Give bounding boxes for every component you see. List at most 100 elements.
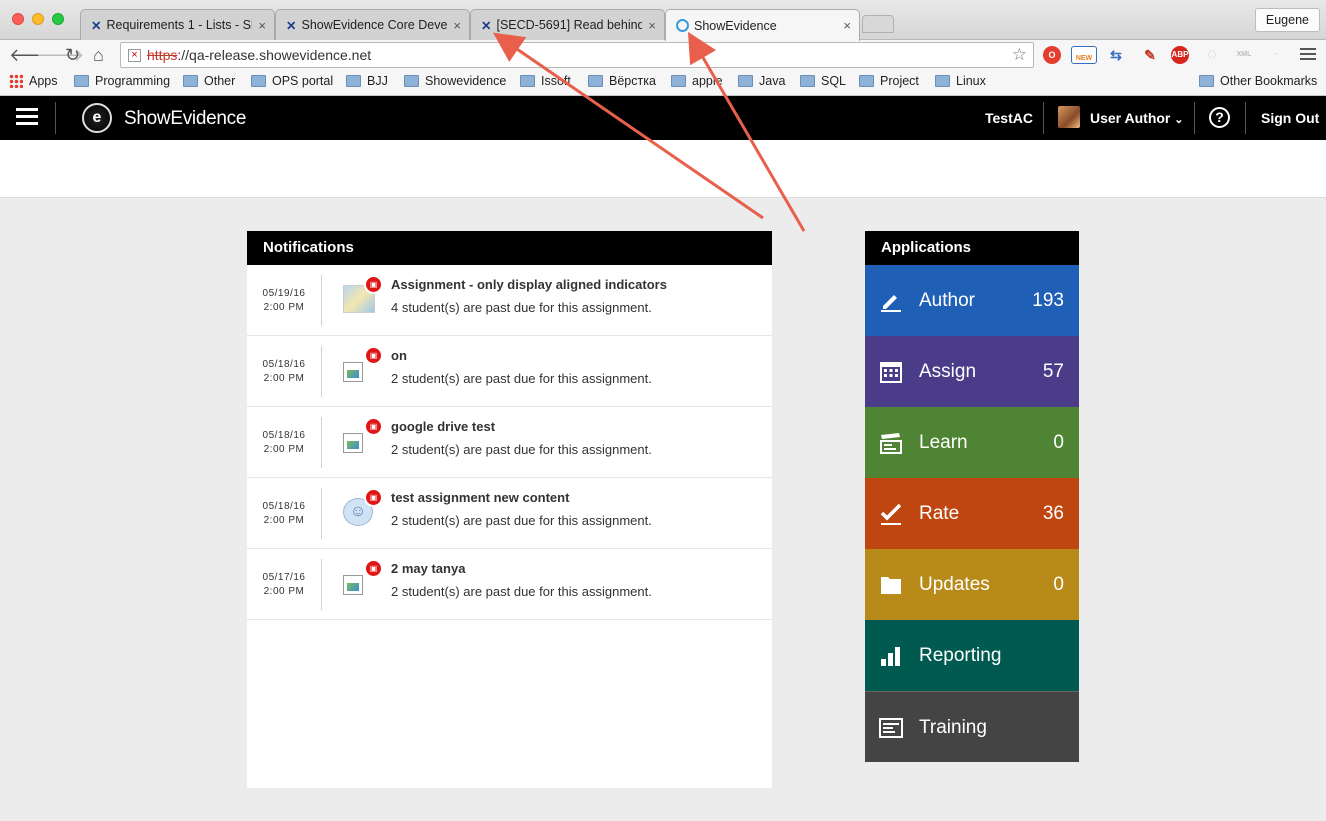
bookmark-label: Java bbox=[759, 74, 786, 88]
new-extension-icon[interactable]: NEW bbox=[1071, 46, 1097, 64]
folder-icon bbox=[935, 75, 950, 87]
notification-title[interactable]: Assignment - only display aligned indica… bbox=[391, 277, 667, 292]
date-text: 05/18/16 bbox=[262, 501, 306, 512]
new-tab-button[interactable] bbox=[862, 15, 894, 33]
folder-icon bbox=[346, 75, 361, 87]
app-tile-training[interactable]: Training bbox=[865, 691, 1079, 762]
browser-tab-showevidence[interactable]: ShowEvidence × bbox=[665, 9, 860, 41]
app-tile-reporting[interactable]: Reporting bbox=[865, 620, 1079, 691]
bookmark-folder-bjj[interactable]: BJJ bbox=[346, 74, 388, 88]
folder-icon bbox=[183, 75, 198, 87]
showevidence-logo-icon[interactable]: e bbox=[82, 103, 112, 133]
bookmark-folder-verstka[interactable]: Вёрстка bbox=[588, 74, 656, 88]
notification-row[interactable]: 05/18/16 2:00 PM ▣ google drive test 2 st… bbox=[247, 407, 772, 478]
notification-date: 05/18/16 2:00 PM bbox=[247, 429, 321, 457]
browser-tab-secd[interactable]: ✕ [SECD-5691] Read behind × bbox=[470, 9, 665, 40]
applications-panel: Applications Author 193 Assign 57 Learn … bbox=[865, 231, 1079, 763]
checkmark-icon bbox=[880, 503, 902, 525]
refresh-extension-icon[interactable]: ◌ bbox=[1203, 46, 1221, 64]
app-count: 57 bbox=[1042, 361, 1064, 382]
eyedropper-icon[interactable]: ✎ bbox=[1141, 46, 1159, 64]
bookmark-label: Issoft bbox=[541, 74, 571, 88]
bookmark-apps[interactable]: Apps bbox=[9, 74, 58, 88]
brand-name[interactable]: ShowEvidence bbox=[124, 108, 246, 130]
bookmark-label: OPS portal bbox=[272, 74, 334, 88]
app-tile-rate[interactable]: Rate 36 bbox=[865, 478, 1079, 549]
notification-message: 4 student(s) are past due for this assig… bbox=[391, 300, 652, 315]
profile-button[interactable]: Eugene bbox=[1254, 8, 1320, 32]
alert-badge-icon: ▣ bbox=[364, 346, 383, 365]
notification-title[interactable]: test assignment new content bbox=[391, 490, 569, 505]
browser-tab-strip: ✕ Requirements 1 - Lists - Sh × ✕ ShowEv… bbox=[0, 0, 1326, 41]
opera-extension-icon[interactable]: O bbox=[1043, 46, 1061, 64]
xml-extension-icon[interactable]: XML bbox=[1235, 46, 1253, 64]
app-tile-assign[interactable]: Assign 57 bbox=[865, 336, 1079, 407]
home-icon[interactable]: ⌂ bbox=[93, 44, 104, 66]
notification-title[interactable]: 2 may tanya bbox=[391, 561, 465, 576]
close-icon[interactable]: × bbox=[648, 18, 656, 33]
sign-out-link[interactable]: Sign Out bbox=[1261, 110, 1319, 126]
divider bbox=[1245, 102, 1246, 134]
folder-icon bbox=[859, 75, 874, 87]
browser-tab-requirements[interactable]: ✕ Requirements 1 - Lists - Sh × bbox=[80, 9, 275, 40]
insecure-lock-icon[interactable]: × bbox=[128, 49, 141, 62]
notification-row[interactable]: 05/19/16 2:00 PM ▣ Assignment - only disp… bbox=[247, 265, 772, 336]
close-icon[interactable]: × bbox=[453, 18, 461, 33]
reload-icon[interactable]: ↻ bbox=[65, 44, 80, 66]
extension-icon[interactable]: ◦◦ bbox=[1267, 46, 1285, 64]
divider bbox=[1194, 102, 1195, 134]
app-tile-updates[interactable]: Updates 0 bbox=[865, 549, 1079, 620]
app-label: Reporting bbox=[919, 645, 1002, 666]
address-bar[interactable]: × https://qa-release.showevidence.net ☆ bbox=[120, 42, 1034, 68]
bookmark-folder-issoft[interactable]: Issoft bbox=[520, 74, 571, 88]
app-label: Rate bbox=[919, 503, 960, 524]
chevron-down-icon: ⌄ bbox=[1174, 114, 1184, 126]
notification-row[interactable]: 05/18/16 2:00 PM ▣ on 2 student(s) are pa… bbox=[247, 336, 772, 407]
app-tile-author[interactable]: Author 193 bbox=[865, 265, 1079, 336]
notification-row[interactable]: 05/18/16 2:00 PM ☺ ▣ test assignment new … bbox=[247, 478, 772, 549]
avatar[interactable] bbox=[1058, 106, 1080, 128]
close-icon[interactable]: × bbox=[258, 18, 266, 33]
bookmark-folder-showevidence[interactable]: Showevidence bbox=[404, 74, 506, 88]
bookmark-folder-project[interactable]: Project bbox=[859, 74, 919, 88]
alert-badge-icon: ▣ bbox=[364, 559, 383, 578]
bookmark-label: BJJ bbox=[367, 74, 388, 88]
bookmark-folder-sql[interactable]: SQL bbox=[800, 74, 846, 88]
bookmark-folder-ops-portal[interactable]: OPS portal bbox=[251, 74, 333, 88]
app-count: 193 bbox=[1032, 290, 1064, 311]
bookmark-folder-linux[interactable]: Linux bbox=[935, 74, 986, 88]
calendar-icon bbox=[880, 362, 902, 383]
bookmark-label: Project bbox=[880, 74, 919, 88]
folder-icon bbox=[1199, 75, 1214, 87]
browser-tab-core-develop[interactable]: ✕ ShowEvidence Core Develo × bbox=[275, 9, 470, 40]
bookmark-star-icon[interactable]: ☆ bbox=[1012, 43, 1027, 67]
bookmark-folder-other-bookmarks[interactable]: Other Bookmarks bbox=[1199, 74, 1317, 88]
browser-menu-icon[interactable] bbox=[1300, 45, 1316, 63]
bookmark-folder-apple[interactable]: apple bbox=[671, 74, 723, 88]
window-close-button[interactable] bbox=[12, 13, 24, 25]
time-text: 2:00 PM bbox=[263, 444, 305, 455]
hamburger-menu-icon[interactable] bbox=[16, 108, 38, 129]
notification-title[interactable]: google drive test bbox=[391, 419, 495, 434]
close-icon[interactable]: × bbox=[843, 18, 851, 33]
adblock-icon[interactable]: ABP bbox=[1171, 46, 1189, 64]
window-zoom-button[interactable] bbox=[52, 13, 64, 25]
app-label: Training bbox=[919, 717, 987, 738]
notification-row[interactable]: 05/17/16 2:00 PM ▣ 2 may tanya 2 student(… bbox=[247, 549, 772, 620]
bookmark-folder-programming[interactable]: Programming bbox=[74, 74, 170, 88]
bookmark-label: Linux bbox=[956, 74, 986, 88]
app-label: Learn bbox=[919, 432, 968, 453]
notification-title[interactable]: on bbox=[391, 348, 407, 363]
alert-badge-icon: ▣ bbox=[364, 417, 383, 436]
sync-arrows-icon[interactable]: ⇆ bbox=[1107, 46, 1125, 64]
bookmark-label: Showevidence bbox=[425, 74, 507, 88]
bookmark-folder-java[interactable]: Java bbox=[738, 74, 785, 88]
user-menu[interactable]: User Author ⌄ bbox=[1090, 110, 1184, 126]
org-name[interactable]: TestAC bbox=[985, 110, 1033, 126]
bookmark-folder-other[interactable]: Other bbox=[183, 74, 235, 88]
app-tile-learn[interactable]: Learn 0 bbox=[865, 407, 1079, 478]
help-icon[interactable]: ? bbox=[1209, 107, 1230, 128]
user-name: User Author bbox=[1090, 110, 1171, 126]
window-minimize-button[interactable] bbox=[32, 13, 44, 25]
apps-grid-icon bbox=[9, 74, 23, 88]
